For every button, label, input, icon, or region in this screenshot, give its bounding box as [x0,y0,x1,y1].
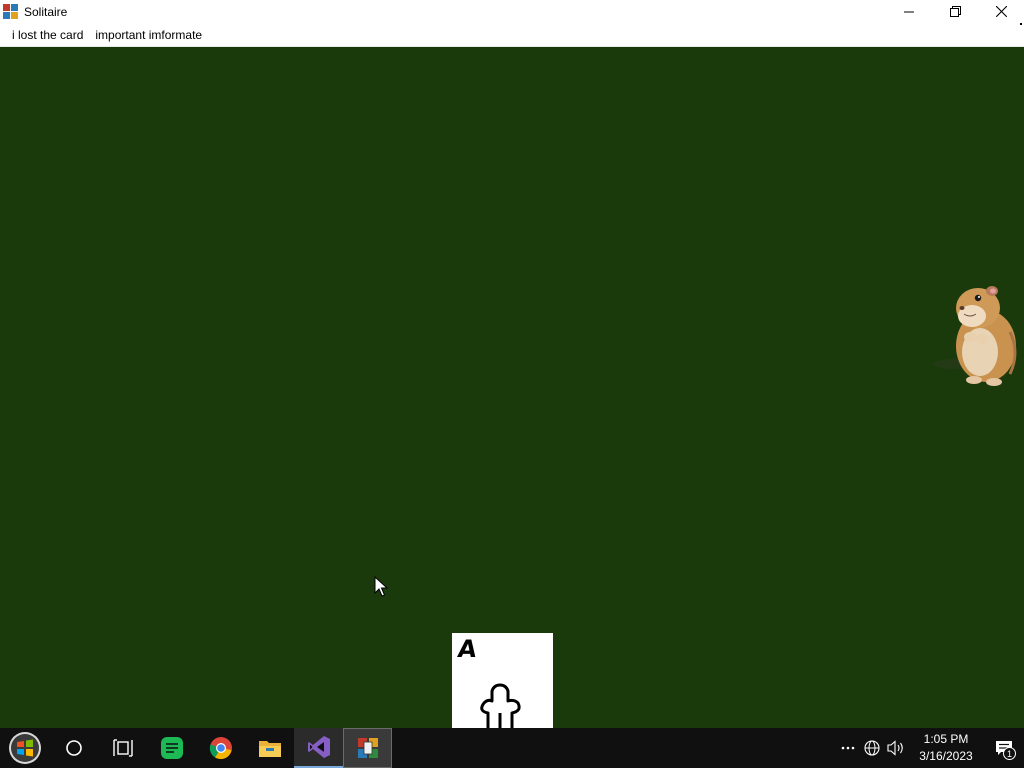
visual-studio-icon [307,736,330,758]
maximize-button[interactable] [932,0,978,23]
taskbar-app-chrome[interactable] [196,728,245,768]
title-bar: Solitaire [0,0,1024,23]
search-circle-icon [65,740,82,756]
taskbar-app-file-explorer[interactable] [245,728,294,768]
mouse-cursor [374,576,388,597]
card-suit-drawing [480,683,521,728]
network-button[interactable] [860,728,884,768]
speaker-icon [887,740,903,756]
task-view-button[interactable] [98,728,147,768]
window-title: Solitaire [24,4,68,19]
hamster-image [934,286,1017,386]
system-tray: 1:05 PM 3/16/2023 1 [836,728,1024,768]
menu-item-important-info[interactable]: important imformate [89,25,208,45]
task-view-icon [112,739,133,757]
menu-item-lost-card[interactable]: i lost the card [6,25,89,45]
taskbar: 1:05 PM 3/16/2023 1 [0,728,1024,768]
more-icon [841,746,855,750]
globe-icon [864,740,880,756]
overflow-button[interactable] [836,728,860,768]
game-board[interactable] [0,48,1024,728]
volume-button[interactable] [884,728,908,768]
close-button[interactable] [978,0,1024,23]
clock-date: 3/16/2023 [919,749,973,763]
menu-grip [1020,23,1022,25]
chrome-icon [209,737,232,760]
card-rank: A [456,635,479,663]
search-button[interactable] [49,728,98,768]
restore-icon [949,6,961,17]
playing-card[interactable]: A [452,633,553,728]
notes-app-icon [160,737,183,759]
close-icon [995,6,1007,17]
clock[interactable]: 1:05 PM 3/16/2023 [914,731,978,765]
notification-center-button[interactable]: 1 [984,728,1024,768]
menu-bar: i lost the card important imformate [0,23,1024,47]
solitaire-app-icon [3,3,19,20]
taskbar-app-visual-studio[interactable] [294,728,343,768]
taskbar-app-notes[interactable] [147,728,196,768]
clock-time: 1:05 PM [923,732,969,746]
solitaire-app-icon [357,738,378,758]
minimize-icon [904,11,914,12]
start-button[interactable] [0,728,49,768]
file-explorer-icon [258,741,281,757]
minimize-button[interactable] [886,0,932,23]
taskbar-app-solitaire[interactable] [343,728,392,768]
notification-count-badge: 1 [1003,747,1016,760]
start-icon [8,732,41,764]
